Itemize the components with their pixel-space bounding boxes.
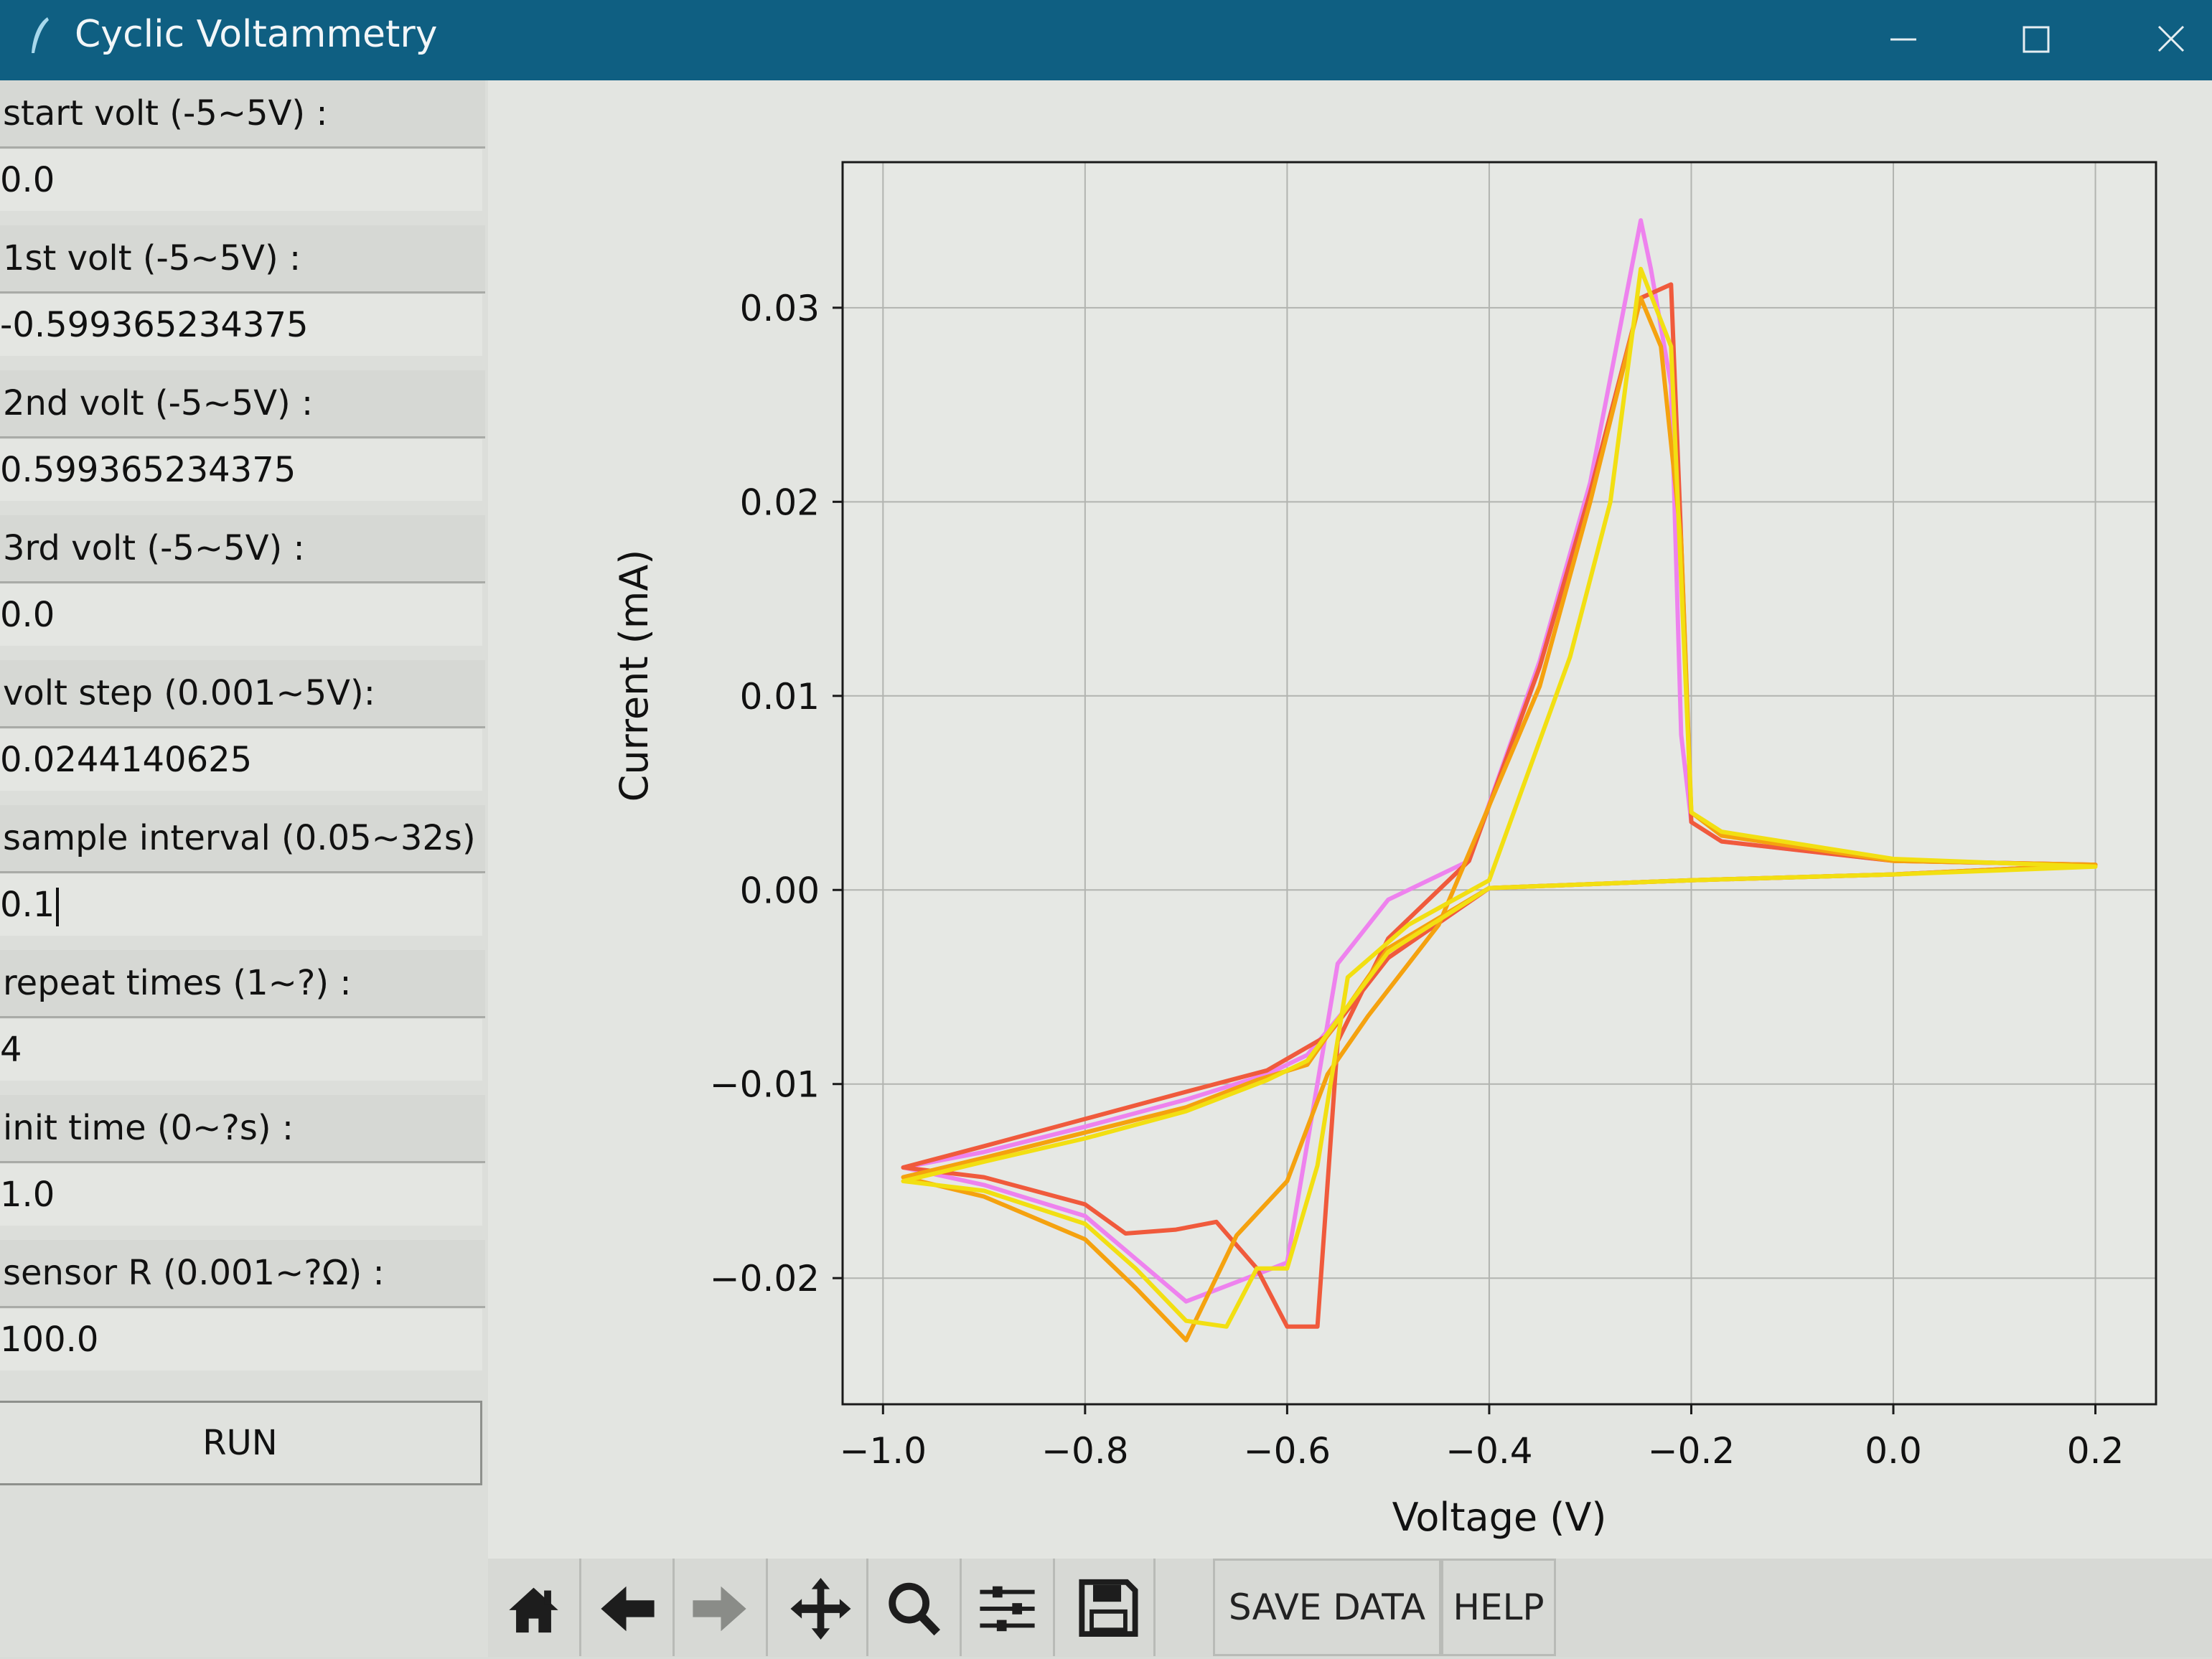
third-volt-input[interactable]: 0.0 — [0, 584, 482, 646]
y-tick-label: 0.02 — [740, 481, 820, 523]
x-tick-label: 0.2 — [2067, 1430, 2124, 1472]
field-label: volt step (0.001~5V): — [0, 660, 485, 728]
help-button[interactable]: HELP — [1441, 1559, 1556, 1656]
x-tick-label: 0.0 — [1865, 1430, 1922, 1472]
plot-area: −1.0 −0.8 −0.6 −0.4 −0.2 0.0 0.2 −0.02 −0.01 0.00… — [488, 80, 2212, 1559]
start-volt-input[interactable]: 0.0 — [0, 149, 482, 211]
sample-interval-input[interactable]: 0.1 — [0, 874, 482, 936]
x-tick-label: −0.6 — [1244, 1430, 1331, 1472]
x-axis-label: Voltage (V) — [1392, 1495, 1607, 1540]
volt-step-field: volt step (0.001~5V): 0.0244140625 — [0, 660, 488, 805]
zoom-icon[interactable] — [868, 1559, 962, 1656]
field-label: init time (0~?s) : — [0, 1095, 485, 1163]
field-label: 2nd volt (-5~5V) : — [0, 370, 485, 438]
text-cursor — [56, 888, 60, 926]
field-label: 3rd volt (-5~5V) : — [0, 515, 485, 583]
field-label: sensor R (0.001~?Ω) : — [0, 1240, 485, 1308]
window-title: Cyclic Voltammetry — [75, 13, 438, 56]
maximize-icon[interactable] — [2007, 14, 2064, 65]
forward-arrow-icon[interactable] — [675, 1559, 768, 1656]
save-data-button[interactable]: SAVE DATA — [1213, 1559, 1441, 1656]
first-volt-field: 1st volt (-5~5V) : -0.599365234375 — [0, 225, 488, 370]
y-tick-label: 0.00 — [740, 870, 820, 911]
field-label: sample interval (0.05~32s) : — [0, 805, 498, 873]
parameter-panel: start volt (-5~5V) : 0.0 1st volt (-5~5V… — [0, 80, 498, 1657]
configure-subplots-icon[interactable] — [962, 1559, 1055, 1656]
back-arrow-icon[interactable] — [581, 1559, 675, 1656]
sample-interval-field: sample interval (0.05~32s) : 0.1 — [0, 805, 498, 950]
y-tick-label: −0.01 — [710, 1064, 820, 1106]
second-volt-field: 2nd volt (-5~5V) : 0.599365234375 — [0, 370, 488, 515]
field-label: start volt (-5~5V) : — [0, 80, 485, 149]
y-tick-label: −0.02 — [710, 1258, 820, 1300]
y-tick-label: 0.03 — [740, 288, 820, 329]
second-volt-input[interactable]: 0.599365234375 — [0, 439, 482, 501]
close-icon[interactable] — [2142, 14, 2199, 65]
init-time-input[interactable]: 1.0 — [0, 1164, 482, 1226]
plot-toolbar: SAVE DATA HELP — [488, 1559, 2212, 1657]
input-text: 0.1 — [0, 885, 55, 925]
pan-icon[interactable] — [775, 1559, 868, 1656]
cv-chart[interactable]: −1.0 −0.8 −0.6 −0.4 −0.2 0.0 0.2 −0.02 −0.01 0.00… — [488, 80, 2212, 1559]
x-tick-label: −0.4 — [1445, 1430, 1532, 1472]
field-label: repeat times (1~?) : — [0, 950, 485, 1018]
home-icon[interactable] — [488, 1559, 581, 1656]
third-volt-field: 3rd volt (-5~5V) : 0.0 — [0, 515, 488, 660]
feather-icon — [26, 14, 55, 57]
repeat-times-field: repeat times (1~?) : 4 — [0, 950, 488, 1095]
volt-step-input[interactable]: 0.0244140625 — [0, 729, 482, 791]
x-tick-label: −0.8 — [1041, 1430, 1128, 1472]
repeat-times-input[interactable]: 4 — [0, 1019, 482, 1081]
save-icon[interactable] — [1062, 1559, 1156, 1656]
x-tick-label: −0.2 — [1648, 1430, 1735, 1472]
title-bar: Cyclic Voltammetry — [0, 0, 2212, 80]
y-axis-label: Current (mA) — [611, 550, 657, 802]
minimize-icon[interactable] — [1875, 14, 1932, 65]
x-tick-label: −1.0 — [840, 1430, 927, 1472]
sensor-r-field: sensor R (0.001~?Ω) : 100.0 — [0, 1240, 488, 1385]
run-button[interactable]: RUN — [0, 1401, 482, 1485]
start-volt-field: start volt (-5~5V) : 0.0 — [0, 80, 488, 225]
init-time-field: init time (0~?s) : 1.0 — [0, 1095, 488, 1240]
first-volt-input[interactable]: -0.599365234375 — [0, 294, 482, 356]
sensor-r-input[interactable]: 100.0 — [0, 1309, 482, 1371]
y-tick-label: 0.01 — [740, 676, 820, 718]
field-label: 1st volt (-5~5V) : — [0, 225, 485, 293]
